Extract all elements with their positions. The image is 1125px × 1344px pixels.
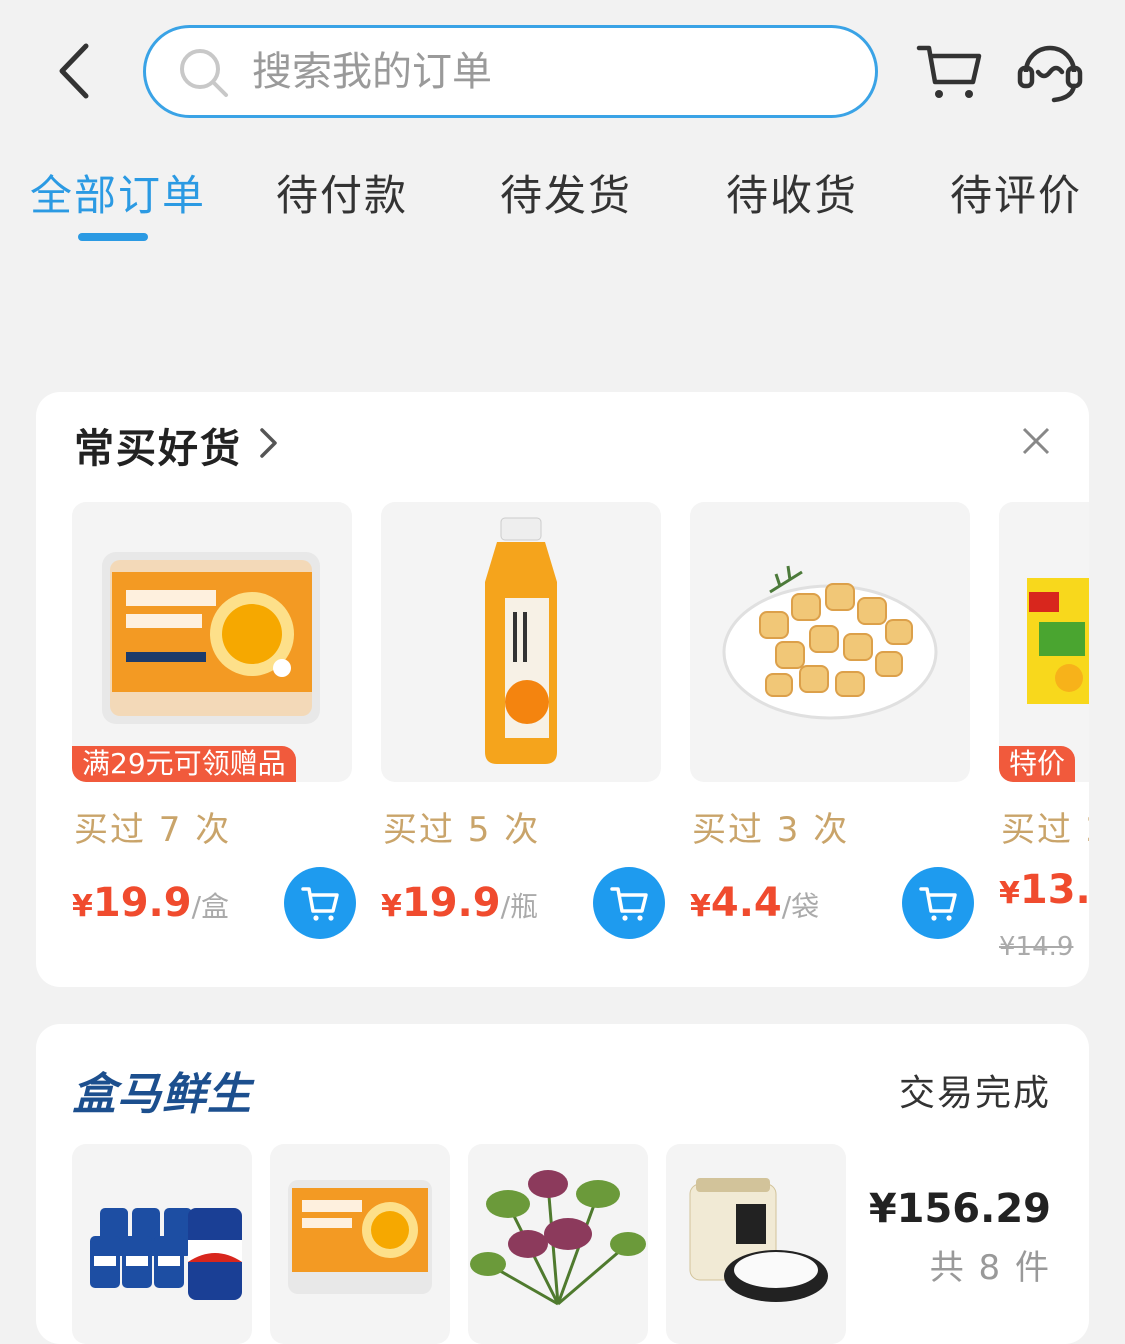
search-icon [178, 47, 230, 99]
bought-count: 买过 3 次 [692, 810, 850, 850]
product-image-orange-juice[interactable] [381, 502, 661, 782]
add-to-cart-button[interactable] [284, 867, 356, 939]
tab-all-orders[interactable]: 全部订单 [30, 162, 206, 223]
order-card[interactable]: 盒马鲜生 交易完成 ¥156.29 共 8 件 [36, 1024, 1089, 1344]
add-to-cart-button[interactable] [593, 867, 665, 939]
order-total: ¥156.29 [868, 1186, 1051, 1232]
close-icon[interactable] [1021, 426, 1051, 456]
section-title[interactable]: 常买好货 [74, 416, 242, 474]
promo-badge: 特价 [999, 746, 1076, 782]
tab-pending-shipment[interactable]: 待发货 [500, 162, 632, 223]
order-item-thumbnail[interactable] [666, 1144, 846, 1344]
price-value: 13.9 [1019, 867, 1089, 913]
price: ¥4.4/袋 [690, 880, 819, 926]
currency: ¥ [381, 889, 402, 924]
promo-badge: 满29元可领赠品 [72, 746, 296, 782]
product-image-lemon-tea[interactable] [999, 502, 1089, 782]
add-to-cart-button[interactable] [902, 867, 974, 939]
product-image-fried-tofu[interactable] [690, 502, 970, 782]
top-bar [0, 0, 1125, 140]
back-icon[interactable] [48, 36, 108, 106]
bought-count: 买过 5 次 [383, 810, 541, 850]
order-tabs: 全部订单 待付款 待发货 待收货 待评价 [0, 150, 1125, 250]
currency: ¥ [999, 876, 1020, 911]
cart-icon [919, 887, 957, 921]
item-count: 共 8 件 [929, 1248, 1051, 1288]
price-unit: /袋 [781, 890, 820, 923]
search-input[interactable] [252, 40, 832, 104]
frequently-bought-card: 常买好货 满29元可领赠品 买过 7 次 ¥19.9/盒 买过 5 次 ¥19.… [36, 392, 1089, 987]
price-value: 19.9 [401, 880, 501, 926]
customer-service-icon[interactable] [1012, 34, 1088, 110]
active-tab-indicator [78, 233, 148, 241]
original-price: ¥14.9 [999, 932, 1074, 962]
order-item-thumbnail[interactable] [72, 1144, 252, 1344]
price-value: 4.4 [710, 880, 782, 926]
product-card[interactable]: 满29元可领赠品 买过 7 次 ¥19.9/盒 [72, 502, 356, 962]
cart-icon[interactable] [915, 36, 985, 106]
cart-icon [301, 887, 339, 921]
price-unit: /盒 [191, 890, 230, 923]
tab-pending-review[interactable]: 待评价 [950, 162, 1082, 223]
price: ¥13.9 [999, 867, 1089, 913]
tab-pending-payment[interactable]: 待付款 [276, 162, 408, 223]
bought-count: 买过 7 次 [74, 810, 232, 850]
product-card[interactable]: 买过 3 次 ¥4.4/袋 [690, 502, 974, 962]
price-unit: /瓶 [500, 890, 539, 923]
product-card[interactable]: 买过 5 次 ¥19.9/瓶 [381, 502, 665, 962]
order-status: 交易完成 [898, 1073, 1051, 1114]
price-value: 19.9 [92, 880, 192, 926]
currency: ¥ [72, 889, 93, 924]
price: ¥19.9/盒 [72, 880, 229, 926]
bought-count: 买过 2 [1001, 810, 1089, 850]
currency: ¥ [690, 889, 711, 924]
store-logo: 盒马鲜生 [72, 1069, 252, 1120]
order-item-thumbnail[interactable] [270, 1144, 450, 1344]
search-box[interactable] [143, 25, 878, 118]
chevron-right-icon[interactable] [258, 426, 280, 460]
product-image-eggs[interactable] [72, 502, 352, 782]
product-card[interactable]: 特价 买过 2 ¥13.9 ¥14.9 [999, 502, 1089, 962]
cart-icon [610, 887, 648, 921]
order-item-thumbnail[interactable] [468, 1144, 648, 1344]
price: ¥19.9/瓶 [381, 880, 538, 926]
tab-pending-receipt[interactable]: 待收货 [726, 162, 858, 223]
